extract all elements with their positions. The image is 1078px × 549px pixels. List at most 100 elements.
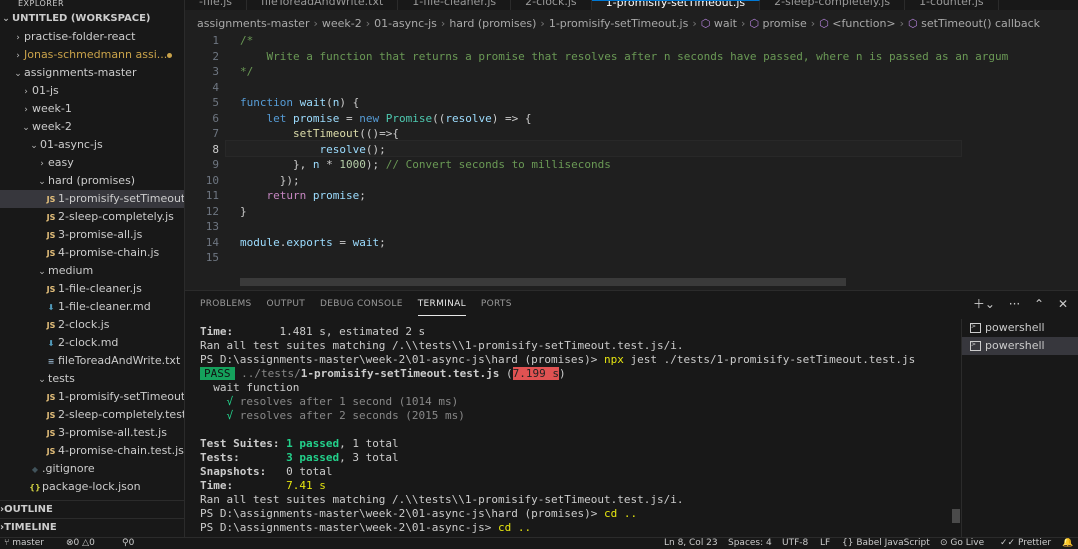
- go-live-item[interactable]: ⊙ Go Live: [940, 538, 984, 549]
- tree-item-label: practise-folder-react: [24, 30, 136, 43]
- chevron-down-icon: ⌄: [22, 123, 30, 133]
- branch-item[interactable]: ⑂ master: [4, 538, 44, 549]
- js-file-icon: JS: [46, 393, 56, 402]
- file-item[interactable]: JS 2-clock.js: [0, 316, 184, 334]
- chevron-down-icon: ⌄: [38, 177, 46, 187]
- time-value: 1.481 s, estimated 2 s: [279, 325, 426, 338]
- line-number: 8: [212, 142, 219, 156]
- indentation[interactable]: Spaces: 4: [728, 538, 772, 549]
- file-item[interactable]: ⬇ 2-clock.md: [0, 334, 184, 352]
- breadcrumb-item[interactable]: hard (promises): [449, 17, 536, 30]
- snapshots-total: 0 total: [286, 465, 333, 478]
- file-item[interactable]: ⬇ 1-file-cleaner.md: [0, 298, 184, 316]
- folder-item[interactable]: ⌄ tests: [0, 370, 184, 388]
- folder-item[interactable]: › practise-folder-react: [0, 28, 184, 46]
- file-item[interactable]: JS 3-promise-all.test.js: [0, 424, 184, 442]
- file-item[interactable]: JS 4-promise-chain.js: [0, 244, 184, 262]
- terminal-output[interactable]: Time: 1.481 s, estimated 2 s Ran all tes…: [200, 325, 960, 535]
- panel-actions: ＋⌄ ··· ⌃ ✕: [963, 295, 1068, 312]
- file-item[interactable]: JS2-sleep-completely.test.js: [0, 406, 184, 424]
- bottom-panel: PROBLEMS OUTPUT DEBUG CONSOLE TERMINAL PORTS…: [185, 290, 1078, 538]
- editor-tab[interactable]: -file.js: [185, 0, 248, 10]
- maximize-icon[interactable]: ⌃: [1034, 297, 1044, 311]
- outline-section[interactable]: ›OUTLINE: [0, 500, 184, 519]
- workspace-header[interactable]: ⌄ UNTITLED (WORKSPACE): [0, 10, 184, 28]
- breadcrumb-item[interactable]: 1-promisify-setTimeout.js: [549, 17, 689, 30]
- cursor-position[interactable]: Ln 8, Col 23: [664, 538, 718, 549]
- code-line: Write a function that returns a promise …: [240, 49, 1009, 63]
- folder-item[interactable]: › 01-js: [0, 82, 184, 100]
- chevron-right-icon: ›: [16, 51, 20, 61]
- tree-item-label: fileToreadAndWrite.txt: [58, 354, 181, 367]
- workspace-label: UNTITLED (WORKSPACE): [12, 13, 151, 24]
- folder-item[interactable]: ⌄ medium: [0, 262, 184, 280]
- file-item[interactable]: JS 1-file-cleaner.js: [0, 280, 184, 298]
- tree-item-label: 01-js: [32, 84, 59, 97]
- new-terminal-icon[interactable]: ＋⌄: [973, 297, 995, 311]
- end-of-line[interactable]: LF: [820, 538, 830, 549]
- editor-tab[interactable]: 1-counter.js: [905, 0, 999, 10]
- breadcrumb-item[interactable]: 01-async-js: [374, 17, 437, 30]
- breadcrumb-symbol[interactable]: promise: [762, 17, 806, 30]
- timeline-section[interactable]: ›TIMELINE: [0, 518, 184, 537]
- code-editor[interactable]: 1 2 3 4 5 6 7 8 9 10 11 12 13 14 15 /* Write a functio…: [185, 34, 1078, 284]
- prettier-item[interactable]: ✓✓ Prettier: [1000, 538, 1051, 549]
- chevron-right-icon: ›: [440, 17, 446, 30]
- terminal-scrollbar[interactable]: [952, 509, 960, 523]
- editor-tab[interactable]: 2-clock.js: [511, 0, 592, 10]
- js-file-icon: JS: [46, 249, 56, 258]
- breadcrumb-item[interactable]: assignments-master: [197, 17, 309, 30]
- file-item[interactable]: ≡ fileToreadAndWrite.txt: [0, 352, 184, 370]
- ports-item[interactable]: ⚲0: [122, 538, 134, 549]
- folder-item[interactable]: › easy: [0, 154, 184, 172]
- test-result: resolves after 1 second (1014 ms): [233, 395, 459, 408]
- file-item[interactable]: JS 4-promise-chain.test.js: [0, 442, 184, 460]
- problems-item[interactable]: ⊗0 △0: [66, 538, 95, 549]
- folder-item[interactable]: ⌄ hard (promises): [0, 172, 184, 190]
- terminal-instance[interactable]: > powershell: [962, 337, 1078, 355]
- code-line: });: [240, 173, 300, 187]
- chevron-right-icon: ›: [810, 17, 816, 30]
- editor-tab[interactable]: fileToreadAndWrite.txt: [247, 0, 399, 10]
- txt-file-icon: ≡: [47, 357, 55, 366]
- editor-tab[interactable]: 2-sleep-completely.js: [760, 0, 906, 10]
- language-mode[interactable]: {} Babel JavaScript: [842, 538, 930, 549]
- encoding[interactable]: UTF-8: [782, 538, 808, 549]
- symbol-icon: ⬡: [749, 17, 763, 30]
- breadcrumb-item[interactable]: week-2: [322, 17, 362, 30]
- warning-count: 0: [89, 538, 95, 548]
- breadcrumb-symbol[interactable]: wait: [714, 17, 737, 30]
- folder-item[interactable]: › week-1: [0, 100, 184, 118]
- terminal-label: powershell: [985, 339, 1045, 352]
- tree-item-label: Jonas-schmedmann assi...: [24, 48, 168, 61]
- panel-tab-debug-console[interactable]: DEBUG CONSOLE: [320, 291, 403, 317]
- file-item[interactable]: JS 3-promise-all.js: [0, 226, 184, 244]
- file-item[interactable]: ◆ .gitignore: [0, 460, 184, 478]
- panel-tab-terminal[interactable]: TERMINAL: [417, 293, 466, 316]
- panel-tab-problems[interactable]: PROBLEMS: [200, 291, 252, 317]
- close-icon[interactable]: ✕: [1058, 297, 1068, 311]
- editor-tab[interactable]: 1-file-cleaner.js: [398, 0, 512, 10]
- folder-item[interactable]: › Jonas-schmedmann assi...: [0, 46, 184, 64]
- folder-item[interactable]: ⌄ assignments-master: [0, 64, 184, 82]
- editor-horizontal-scrollbar[interactable]: [240, 278, 846, 286]
- folder-item[interactable]: ⌄ 01-async-js: [0, 136, 184, 154]
- panel-tab-ports[interactable]: PORTS: [481, 291, 512, 317]
- panel-tab-output[interactable]: OUTPUT: [267, 291, 305, 317]
- terminal-instance[interactable]: > powershell: [962, 319, 1078, 337]
- paren-close: ): [559, 367, 566, 380]
- bell-icon[interactable]: 🔔: [1062, 538, 1073, 549]
- breadcrumb-symbol[interactable]: setTimeout() callback: [921, 17, 1040, 30]
- folder-item[interactable]: ⌄ week-2: [0, 118, 184, 136]
- editor-tab[interactable]: 1-promisify-setTimeout.js: [591, 0, 761, 10]
- file-item[interactable]: {}package-lock.json: [0, 478, 184, 496]
- js-file-icon: JS: [46, 429, 56, 438]
- antenna-icon: ⚲: [122, 538, 129, 548]
- file-item[interactable]: JS 1-promisify-setTimeout.js: [0, 190, 184, 208]
- file-item[interactable]: JS1-promisify-setTimeout.t...: [0, 388, 184, 406]
- more-icon[interactable]: ···: [1009, 297, 1020, 311]
- breadcrumb-symbol[interactable]: <function>: [832, 17, 895, 30]
- file-item[interactable]: JS 2-sleep-completely.js: [0, 208, 184, 226]
- ports-count: 0: [128, 538, 135, 548]
- prompt: PS D:\assignments-master\week-2\01-async…: [200, 353, 604, 366]
